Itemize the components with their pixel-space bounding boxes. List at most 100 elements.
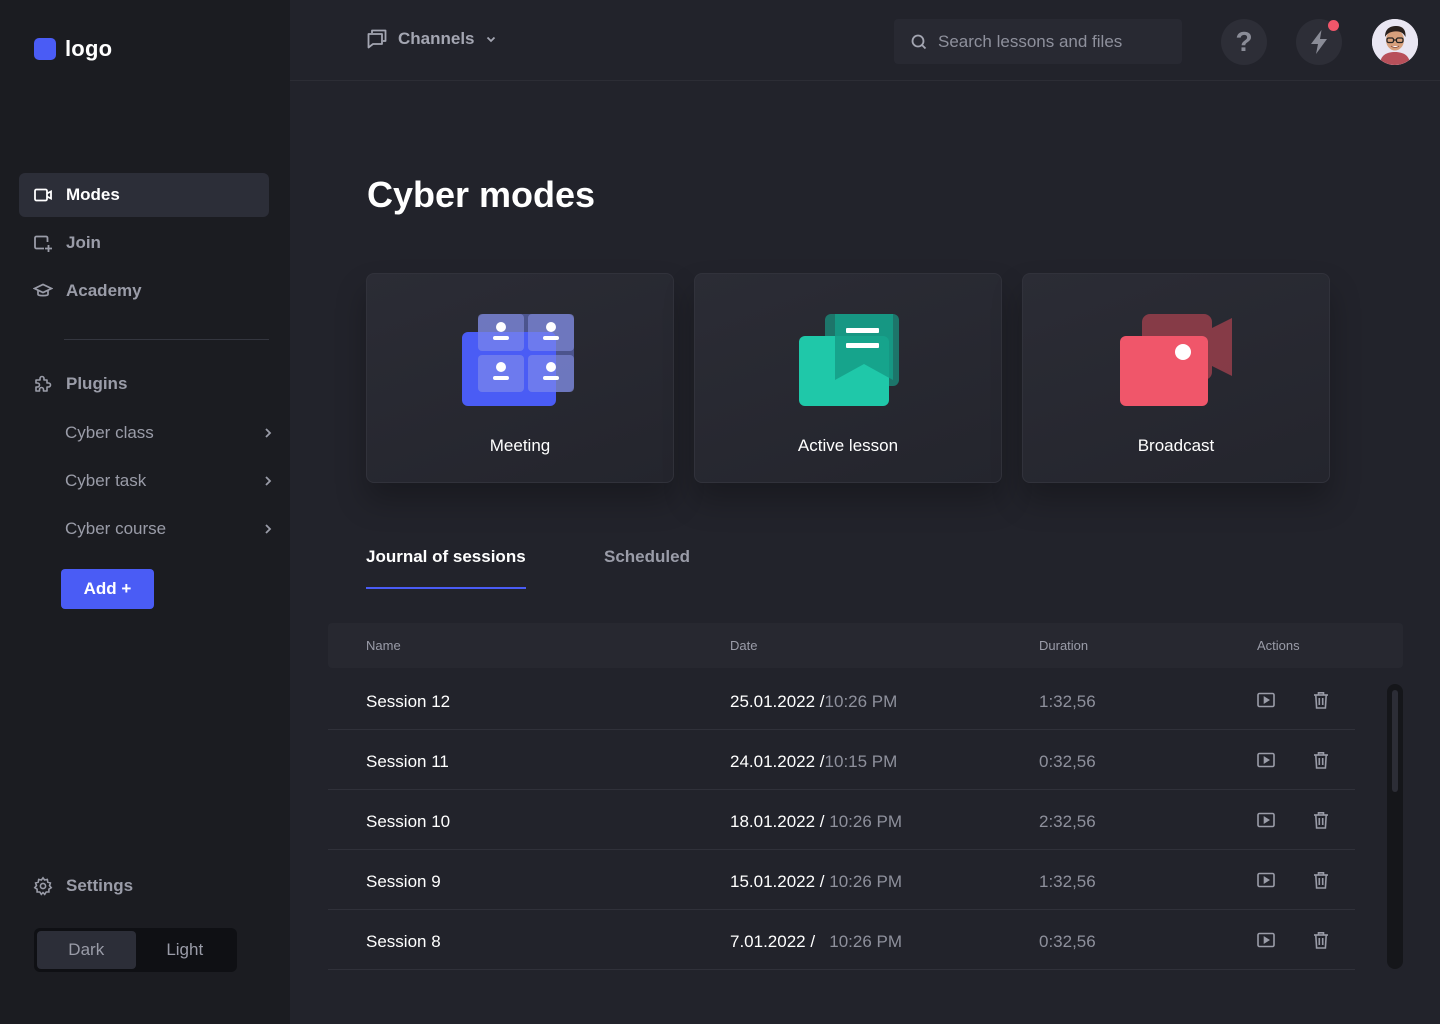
sidebar-item-label: Join — [66, 233, 101, 252]
channels-dropdown[interactable]: Channels — [366, 28, 497, 50]
table-row[interactable]: Session 11 24.01.2022 /10:15 PM 0:32,56 — [328, 730, 1355, 790]
notification-dot — [1328, 20, 1339, 31]
scrollbar-thumb[interactable] — [1392, 690, 1398, 792]
mode-label: Broadcast — [1137, 436, 1215, 455]
session-name: Session 8 — [366, 932, 441, 951]
session-time: 10:15 PM — [824, 752, 898, 771]
active-lesson-icon — [695, 310, 1001, 410]
play-recording-button[interactable] — [1256, 870, 1276, 890]
sidebar-item-label: Plugins — [66, 374, 128, 393]
plugin-item-cyber-class[interactable]: Cyber class — [65, 418, 275, 448]
play-recording-button[interactable] — [1256, 690, 1276, 710]
play-recording-button[interactable] — [1256, 750, 1276, 770]
mode-card-broadcast[interactable]: Broadcast — [1022, 273, 1330, 483]
sessions-table-header: Name Date Duration Actions — [328, 623, 1403, 668]
trash-icon — [1311, 870, 1331, 890]
sidebar-item-academy[interactable]: Academy — [19, 269, 269, 313]
add-plugin-button[interactable]: Add + — [61, 569, 154, 609]
lightning-bolt-icon — [1311, 30, 1327, 54]
tab-journal-of-sessions[interactable]: Journal of sessions — [366, 547, 526, 589]
session-time: 10:26 PM — [824, 872, 903, 891]
sidebar-item-label: Academy — [66, 281, 142, 300]
gear-icon — [33, 876, 53, 896]
session-duration: 2:32,56 — [1039, 812, 1096, 831]
question-mark-icon: ? — [1235, 26, 1253, 57]
delete-session-button[interactable] — [1311, 810, 1331, 830]
session-name: Session 9 — [366, 872, 441, 891]
play-recording-button[interactable] — [1256, 930, 1276, 950]
delete-session-button[interactable] — [1311, 930, 1331, 950]
top-bar: Channels ? — [290, 0, 1440, 81]
plugin-item-label: Cyber task — [65, 471, 147, 490]
session-date: 18.01.2022 / 10:26 PM — [730, 812, 902, 832]
table-row[interactable]: Session 9 15.01.2022 / 10:26 PM 1:32,56 — [328, 850, 1355, 910]
chat-bubbles-icon — [367, 29, 387, 49]
chevron-right-icon — [265, 476, 272, 486]
trash-icon — [1311, 750, 1331, 770]
mode-label: Active lesson — [797, 436, 899, 455]
page-title: Cyber modes — [367, 174, 596, 215]
sidebar-item-join[interactable]: Join — [19, 221, 269, 265]
session-time: 10:26 PM — [824, 692, 898, 711]
play-icon — [1256, 690, 1276, 710]
session-date: 24.01.2022 /10:15 PM — [730, 752, 897, 772]
channels-label: Channels — [398, 29, 475, 48]
delete-session-button[interactable] — [1311, 690, 1331, 710]
sidebar-divider — [64, 339, 269, 340]
plugin-item-cyber-course[interactable]: Cyber course — [65, 514, 275, 544]
delete-session-button[interactable] — [1311, 750, 1331, 770]
sidebar: logo Modes Join Academy Plugins Cyber cl… — [0, 0, 290, 1024]
search-bar — [894, 19, 1182, 64]
mode-card-active-lesson[interactable]: Active lesson — [694, 273, 1002, 483]
logo[interactable]: logo — [34, 36, 112, 62]
broadcast-camera-icon — [1023, 310, 1329, 410]
play-icon — [1256, 930, 1276, 950]
column-header-date: Date — [730, 638, 758, 653]
graduation-cap-icon — [33, 281, 53, 301]
play-icon — [1256, 810, 1276, 830]
sidebar-item-plugins[interactable]: Plugins — [19, 362, 269, 406]
session-time: 10:26 PM — [824, 812, 903, 831]
session-date: 15.01.2022 / 10:26 PM — [730, 872, 902, 892]
notifications-button[interactable] — [1296, 19, 1342, 65]
theme-option-dark[interactable]: Dark — [37, 931, 136, 969]
delete-session-button[interactable] — [1311, 870, 1331, 890]
plugin-item-label: Cyber course — [65, 519, 167, 538]
chevron-right-icon — [265, 428, 272, 438]
session-date-value: 24.01.2022 / — [730, 752, 825, 771]
trash-icon — [1311, 810, 1331, 830]
session-duration: 1:32,56 — [1039, 872, 1096, 891]
mode-card-meeting[interactable]: Meeting — [366, 273, 674, 483]
search-input[interactable] — [938, 31, 1168, 52]
column-header-name: Name — [366, 638, 401, 653]
table-row[interactable]: Session 8 7.01.2022 / 10:26 PM 0:32,56 — [328, 910, 1355, 970]
table-scrollbar[interactable] — [1387, 684, 1403, 969]
video-camera-icon — [33, 185, 53, 205]
join-plus-icon — [33, 233, 53, 253]
chevron-right-icon — [265, 524, 272, 534]
session-name: Session 12 — [366, 692, 451, 711]
session-date-value: 18.01.2022 / — [730, 812, 825, 831]
sidebar-item-label: Settings — [66, 876, 134, 895]
logo-text: logo — [65, 36, 113, 61]
play-recording-button[interactable] — [1256, 810, 1276, 830]
play-icon — [1256, 750, 1276, 770]
sidebar-item-settings[interactable]: Settings — [19, 864, 269, 908]
table-row[interactable]: Session 10 18.01.2022 / 10:26 PM 2:32,56 — [328, 790, 1355, 850]
session-date-value: 7.01.2022 / — [730, 932, 816, 951]
table-row[interactable]: Session 12 25.01.2022 /10:26 PM 1:32,56 — [328, 670, 1355, 730]
plugin-item-label: Cyber class — [65, 423, 154, 442]
session-duration: 0:32,56 — [1039, 932, 1096, 951]
sidebar-item-modes[interactable]: Modes — [19, 173, 269, 217]
theme-toggle: Dark Light — [34, 928, 237, 972]
tab-scheduled[interactable]: Scheduled — [604, 547, 690, 587]
chevron-down-icon — [486, 36, 495, 43]
session-time: 10:26 PM — [815, 932, 903, 951]
session-name: Session 11 — [366, 752, 449, 771]
avatar[interactable] — [1372, 19, 1418, 65]
play-icon — [1256, 870, 1276, 890]
theme-option-light[interactable]: Light — [136, 931, 235, 969]
help-button[interactable]: ? — [1221, 19, 1267, 65]
plugin-item-cyber-task[interactable]: Cyber task — [65, 466, 275, 496]
trash-icon — [1311, 930, 1331, 950]
